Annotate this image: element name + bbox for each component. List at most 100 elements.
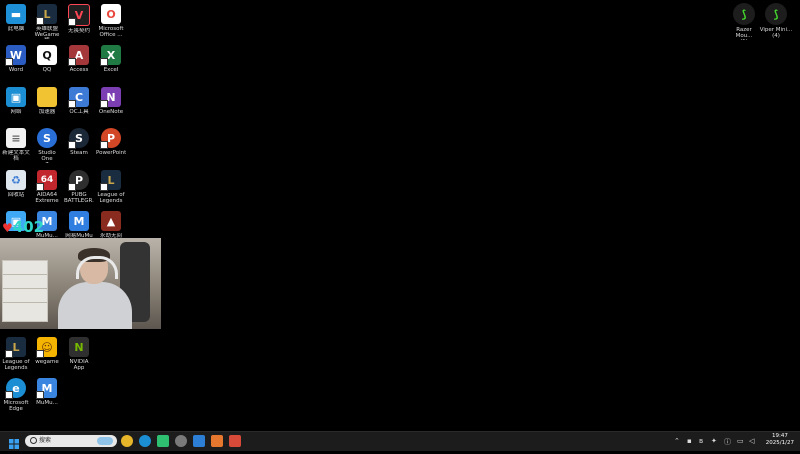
icon-label: OneNote	[98, 109, 124, 115]
icon-label: MuMu...	[36, 400, 58, 406]
pubg-icon: P	[68, 170, 89, 191]
desktop-icon-text-file[interactable]: ≡ 新建文本文档	[1, 128, 31, 162]
desktop-icon-aida64[interactable]: 64 AIDA64 Extreme	[32, 170, 62, 204]
desktop-icon-network[interactable]: ▣ 网络	[1, 87, 31, 115]
razer-snake-icon: ⟆	[765, 3, 787, 25]
icon-label: League of Legends	[97, 192, 125, 204]
chevron-up-icon[interactable]: ⌃	[674, 437, 680, 445]
icon-label: PowerPoint	[96, 150, 126, 156]
icon-label: QQ	[42, 67, 52, 73]
icon-label: Studio One 7	[38, 150, 56, 163]
info-icon[interactable]: ⓘ	[724, 437, 731, 447]
desktop-icon-nvidia-app[interactable]: N NVIDIA App	[64, 337, 94, 371]
icon-label: League of Legends	[2, 359, 30, 371]
wegame-icon: ☺	[36, 337, 57, 358]
gpu-icon[interactable]: ✦	[711, 437, 717, 445]
desktop-icon-mumu-2[interactable]: M MuMu...	[32, 378, 62, 406]
taskbar-app-store[interactable]	[193, 435, 205, 447]
person-body	[58, 282, 132, 329]
taskbar-app-obs[interactable]	[175, 435, 187, 447]
desktop-icon-naraka[interactable]: ▲ 永劫无间	[96, 211, 126, 239]
icon-label: Access	[69, 67, 89, 73]
icon-label: Steam	[70, 150, 88, 156]
search-placeholder: 搜索	[39, 437, 52, 444]
desktop-icon-office[interactable]: O Microsoft Office ...	[96, 4, 126, 38]
icon-label: Microsoft Edge	[3, 400, 29, 412]
volume-icon[interactable]: ◁	[749, 437, 754, 445]
mumu-icon: M	[36, 378, 57, 399]
icon-label: Word	[8, 67, 24, 73]
desktop-icon-wegame[interactable]: ☺ wegame	[32, 337, 62, 365]
headset	[76, 256, 118, 279]
icon-label: 加速器	[38, 109, 56, 115]
taskbar-app-notes[interactable]	[157, 435, 169, 447]
desktop: ▬ 此电脑 W Word ▣ 网络 ≡ 新建文本文档 ♻ 回收站 ▣ L Lea…	[0, 0, 800, 431]
desktop-icon-qq[interactable]: Q QQ	[32, 45, 62, 73]
clock-time: 19:47	[771, 433, 788, 439]
taskbar-app-orange[interactable]	[211, 435, 223, 447]
start-button[interactable]	[8, 435, 20, 449]
icon-label: Excel	[103, 67, 119, 73]
qq-penguin-icon: Q	[37, 45, 57, 65]
taskbar-app-red[interactable]	[229, 435, 241, 447]
icon-label: 回收站	[7, 192, 25, 198]
icon-label: NVIDIA App	[69, 359, 89, 371]
taskbar-app-edge[interactable]	[139, 435, 151, 447]
word-icon: W	[5, 45, 26, 66]
desktop-icon-netease-mumu[interactable]: M 网易MuMu	[64, 211, 94, 239]
desktop-icon-powerpoint[interactable]: P PowerPoint	[96, 128, 126, 156]
nvidia-icon: N	[69, 337, 89, 357]
network-icon[interactable]: ▭	[737, 437, 744, 445]
desktop-icon-pubg[interactable]: P PUBG BATTLEGR...	[64, 170, 94, 204]
folder-icon: ■	[37, 87, 57, 107]
desktop-icon-oc-tool[interactable]: C OC工具	[64, 87, 94, 115]
powerpoint-icon: P	[100, 128, 121, 149]
taskbar: 搜索 ⌃ ▪ ʙ ✦ ⓘ ▭ ◁ 19:47 2025/1/27	[0, 431, 800, 451]
like-counter-overlay: ♥402	[2, 218, 44, 236]
office-icon: O	[101, 4, 121, 24]
desktop-icon-word[interactable]: W Word	[1, 45, 31, 73]
icon-label: 网络	[10, 109, 22, 115]
edge-icon: e	[5, 378, 26, 399]
studio-one-icon: S	[37, 128, 57, 148]
bluetooth-icon[interactable]: ʙ	[699, 437, 703, 445]
desktop-icon-valorant[interactable]: V 无畏契约	[64, 4, 94, 34]
icon-label: wegame	[35, 359, 59, 365]
icon-label: PUBG BATTLEGR...	[64, 192, 94, 204]
oc-tool-icon: C	[68, 87, 89, 108]
desktop-icon-razer-viper[interactable]: ⟆ Viper Mini... (4)	[759, 3, 793, 39]
background-shelf	[2, 260, 48, 322]
naraka-icon: ▲	[101, 211, 121, 231]
desktop-icon-excel[interactable]: X Excel	[96, 45, 126, 73]
desktop-icon-onenote[interactable]: N OneNote	[96, 87, 126, 115]
desktop-icon-lol-2[interactable]: L League of Legends	[96, 170, 126, 204]
system-clock[interactable]: 19:47 2025/1/27	[766, 433, 794, 447]
icon-label: 英雄联盟 WeGame版	[34, 26, 60, 39]
desktop-icon-league-of-legends[interactable]: L League of Legends	[1, 337, 31, 371]
like-count: 402	[12, 218, 45, 236]
clock-date: 2025/1/27	[765, 440, 794, 446]
desktop-icon-this-pc[interactable]: ▬ 此电脑	[1, 4, 31, 32]
valorant-icon: V	[68, 4, 90, 26]
mumu-icon: M	[69, 211, 89, 231]
desktop-icon-recycle-bin[interactable]: ♻ 回收站	[1, 170, 31, 198]
desktop-icon-lol-wegame[interactable]: L 英雄联盟 WeGame版	[32, 4, 62, 39]
desktop-icon-razer-mouse[interactable]: ⟆ Razer Mou... (1)	[727, 3, 761, 40]
desktop-icon-studio-one[interactable]: S Studio One 7	[32, 128, 62, 163]
tray-app-icon[interactable]: ▪	[687, 437, 692, 445]
league-of-legends-icon: L	[5, 337, 26, 358]
desktop-icon-steam[interactable]: S Steam	[64, 128, 94, 156]
desktop-icon-folder[interactable]: ■ 加速器	[32, 87, 62, 115]
search-highlight-icon	[97, 437, 113, 445]
desktop-icon-edge[interactable]: e Microsoft Edge	[1, 378, 31, 412]
taskbar-search[interactable]: 搜索	[25, 435, 117, 447]
network-icon: ▣	[6, 87, 26, 107]
access-icon: A	[68, 45, 89, 66]
this-pc-icon: ▬	[6, 4, 26, 24]
desktop-icon-access[interactable]: A Access	[64, 45, 94, 73]
icon-label: 无畏契约	[67, 28, 90, 34]
taskbar-app-chrome[interactable]	[121, 435, 133, 447]
search-icon	[30, 437, 37, 444]
icon-label: 此电脑	[7, 26, 25, 32]
icon-label: OC工具	[69, 109, 89, 115]
